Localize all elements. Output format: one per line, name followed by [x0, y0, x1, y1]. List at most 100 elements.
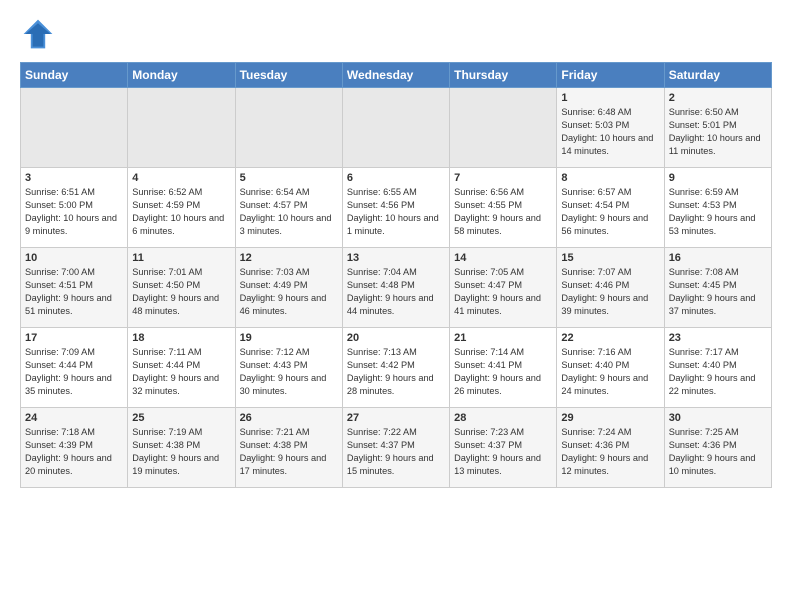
cell-info: Sunrise: 7:18 AMSunset: 4:39 PMDaylight:… — [25, 426, 123, 478]
cell-info: Sunrise: 7:13 AMSunset: 4:42 PMDaylight:… — [347, 346, 445, 398]
day-number: 10 — [25, 252, 123, 264]
calendar-cell: 28 Sunrise: 7:23 AMSunset: 4:37 PMDayligh… — [450, 408, 557, 488]
calendar-cell: 12Sunrise: 7:03 AMSunset: 4:49 PMDayligh… — [235, 248, 342, 328]
calendar-cell: 14 Sunrise: 7:05 AMSunset: 4:47 PMDayligh… — [450, 248, 557, 328]
day-number: 26 — [240, 412, 338, 424]
day-number: 24 — [25, 412, 123, 424]
calendar-cell: 5 Sunrise: 6:54 AMSunset: 4:57 PMDaylight… — [235, 168, 342, 248]
cell-info: Sunrise: 6:50 AMSunset: 5:01 PMDaylight:… — [669, 106, 767, 158]
cell-info: Sunrise: 7:07 AMSunset: 4:46 PMDaylight:… — [561, 266, 659, 318]
day-number: 25 — [132, 412, 230, 424]
calendar-cell: 2 Sunrise: 6:50 AMSunset: 5:01 PMDaylight… — [664, 88, 771, 168]
day-number: 21 — [454, 332, 552, 344]
calendar-body: 1 Sunrise: 6:48 AMSunset: 5:03 PMDaylight… — [21, 88, 772, 488]
cell-info: Sunrise: 6:57 AMSunset: 4:54 PMDaylight:… — [561, 186, 659, 238]
cell-info: Sunrise: 6:54 AMSunset: 4:57 PMDaylight:… — [240, 186, 338, 238]
calendar-cell: 27 Sunrise: 7:22 AMSunset: 4:37 PMDayligh… — [342, 408, 449, 488]
cell-info: Sunrise: 7:12 AMSunset: 4:43 PMDaylight:… — [240, 346, 338, 398]
calendar-cell: 17Sunrise: 7:09 AMSunset: 4:44 PMDayligh… — [21, 328, 128, 408]
cell-info: Sunrise: 7:03 AMSunset: 4:49 PMDaylight:… — [240, 266, 338, 318]
cell-info: Sunrise: 7:19 AMSunset: 4:38 PMDaylight:… — [132, 426, 230, 478]
calendar-cell — [450, 88, 557, 168]
day-number: 29 — [561, 412, 659, 424]
cell-info: Sunrise: 7:08 AMSunset: 4:45 PMDaylight:… — [669, 266, 767, 318]
day-number: 11 — [132, 252, 230, 264]
calendar-cell: 24 Sunrise: 7:18 AMSunset: 4:39 PMDayligh… — [21, 408, 128, 488]
calendar-cell: 10 Sunrise: 7:00 AMSunset: 4:51 PMDayligh… — [21, 248, 128, 328]
calendar-cell: 20Sunrise: 7:13 AMSunset: 4:42 PMDayligh… — [342, 328, 449, 408]
calendar-cell: 23Sunrise: 7:17 AMSunset: 4:40 PMDayligh… — [664, 328, 771, 408]
day-number: 14 — [454, 252, 552, 264]
calendar-table: SundayMondayTuesdayWednesdayThursdayFrid… — [20, 62, 772, 488]
calendar-cell: 29 Sunrise: 7:24 AMSunset: 4:36 PMDayligh… — [557, 408, 664, 488]
logo — [20, 16, 60, 52]
cell-info: Sunrise: 7:00 AMSunset: 4:51 PMDaylight:… — [25, 266, 123, 318]
calendar-cell: 16 Sunrise: 7:08 AMSunset: 4:45 PMDayligh… — [664, 248, 771, 328]
calendar-week-row: 3 Sunrise: 6:51 AMSunset: 5:00 PMDaylight… — [21, 168, 772, 248]
calendar-cell: 30 Sunrise: 7:25 AMSunset: 4:36 PMDayligh… — [664, 408, 771, 488]
cell-info: Sunrise: 7:11 AMSunset: 4:44 PMDaylight:… — [132, 346, 230, 398]
day-number: 23 — [669, 332, 767, 344]
day-number: 4 — [132, 172, 230, 184]
cell-info: Sunrise: 7:05 AMSunset: 4:47 PMDaylight:… — [454, 266, 552, 318]
calendar-cell: 3 Sunrise: 6:51 AMSunset: 5:00 PMDaylight… — [21, 168, 128, 248]
weekday-header-cell: Thursday — [450, 63, 557, 88]
cell-info: Sunrise: 7:25 AMSunset: 4:36 PMDaylight:… — [669, 426, 767, 478]
day-number: 2 — [669, 92, 767, 104]
calendar-cell: 25 Sunrise: 7:19 AMSunset: 4:38 PMDayligh… — [128, 408, 235, 488]
weekday-header-cell: Wednesday — [342, 63, 449, 88]
day-number: 30 — [669, 412, 767, 424]
calendar-week-row: 17Sunrise: 7:09 AMSunset: 4:44 PMDayligh… — [21, 328, 772, 408]
calendar-cell: 8Sunrise: 6:57 AMSunset: 4:54 PMDaylight… — [557, 168, 664, 248]
weekday-header-cell: Monday — [128, 63, 235, 88]
day-number: 16 — [669, 252, 767, 264]
weekday-header-cell: Tuesday — [235, 63, 342, 88]
day-number: 13 — [347, 252, 445, 264]
weekday-header: SundayMondayTuesdayWednesdayThursdayFrid… — [21, 63, 772, 88]
day-number: 6 — [347, 172, 445, 184]
logo-icon — [20, 16, 56, 52]
day-number: 19 — [240, 332, 338, 344]
day-number: 18 — [132, 332, 230, 344]
calendar-week-row: 10 Sunrise: 7:00 AMSunset: 4:51 PMDayligh… — [21, 248, 772, 328]
day-number: 7 — [454, 172, 552, 184]
calendar-week-row: 24 Sunrise: 7:18 AMSunset: 4:39 PMDayligh… — [21, 408, 772, 488]
calendar-cell — [21, 88, 128, 168]
calendar-week-row: 1 Sunrise: 6:48 AMSunset: 5:03 PMDaylight… — [21, 88, 772, 168]
cell-info: Sunrise: 6:51 AMSunset: 5:00 PMDaylight:… — [25, 186, 123, 238]
day-number: 3 — [25, 172, 123, 184]
calendar-cell: 13Sunrise: 7:04 AMSunset: 4:48 PMDayligh… — [342, 248, 449, 328]
page: SundayMondayTuesdayWednesdayThursdayFrid… — [0, 0, 792, 498]
cell-info: Sunrise: 7:14 AMSunset: 4:41 PMDaylight:… — [454, 346, 552, 398]
cell-info: Sunrise: 6:59 AMSunset: 4:53 PMDaylight:… — [669, 186, 767, 238]
calendar-cell: 19 Sunrise: 7:12 AMSunset: 4:43 PMDayligh… — [235, 328, 342, 408]
calendar-cell: 26 Sunrise: 7:21 AMSunset: 4:38 PMDayligh… — [235, 408, 342, 488]
weekday-header-cell: Friday — [557, 63, 664, 88]
cell-info: Sunrise: 7:22 AMSunset: 4:37 PMDaylight:… — [347, 426, 445, 478]
calendar-cell: 18 Sunrise: 7:11 AMSunset: 4:44 PMDayligh… — [128, 328, 235, 408]
cell-info: Sunrise: 6:52 AMSunset: 4:59 PMDaylight:… — [132, 186, 230, 238]
cell-info: Sunrise: 7:01 AMSunset: 4:50 PMDaylight:… — [132, 266, 230, 318]
day-number: 15 — [561, 252, 659, 264]
day-number: 5 — [240, 172, 338, 184]
cell-info: Sunrise: 7:09 AMSunset: 4:44 PMDaylight:… — [25, 346, 123, 398]
day-number: 1 — [561, 92, 659, 104]
cell-info: Sunrise: 6:48 AMSunset: 5:03 PMDaylight:… — [561, 106, 659, 158]
cell-info: Sunrise: 7:21 AMSunset: 4:38 PMDaylight:… — [240, 426, 338, 478]
day-number: 28 — [454, 412, 552, 424]
cell-info: Sunrise: 7:24 AMSunset: 4:36 PMDaylight:… — [561, 426, 659, 478]
calendar-cell: 21 Sunrise: 7:14 AMSunset: 4:41 PMDayligh… — [450, 328, 557, 408]
weekday-header-cell: Saturday — [664, 63, 771, 88]
weekday-header-cell: Sunday — [21, 63, 128, 88]
calendar-cell: 1 Sunrise: 6:48 AMSunset: 5:03 PMDaylight… — [557, 88, 664, 168]
calendar-cell: 7 Sunrise: 6:56 AMSunset: 4:55 PMDaylight… — [450, 168, 557, 248]
cell-info: Sunrise: 6:56 AMSunset: 4:55 PMDaylight:… — [454, 186, 552, 238]
cell-info: Sunrise: 7:23 AMSunset: 4:37 PMDaylight:… — [454, 426, 552, 478]
header — [20, 16, 772, 52]
calendar-cell: 9Sunrise: 6:59 AMSunset: 4:53 PMDaylight… — [664, 168, 771, 248]
day-number: 27 — [347, 412, 445, 424]
calendar-cell: 6 Sunrise: 6:55 AMSunset: 4:56 PMDaylight… — [342, 168, 449, 248]
cell-info: Sunrise: 6:55 AMSunset: 4:56 PMDaylight:… — [347, 186, 445, 238]
calendar-cell — [342, 88, 449, 168]
calendar-cell: 15 Sunrise: 7:07 AMSunset: 4:46 PMDayligh… — [557, 248, 664, 328]
